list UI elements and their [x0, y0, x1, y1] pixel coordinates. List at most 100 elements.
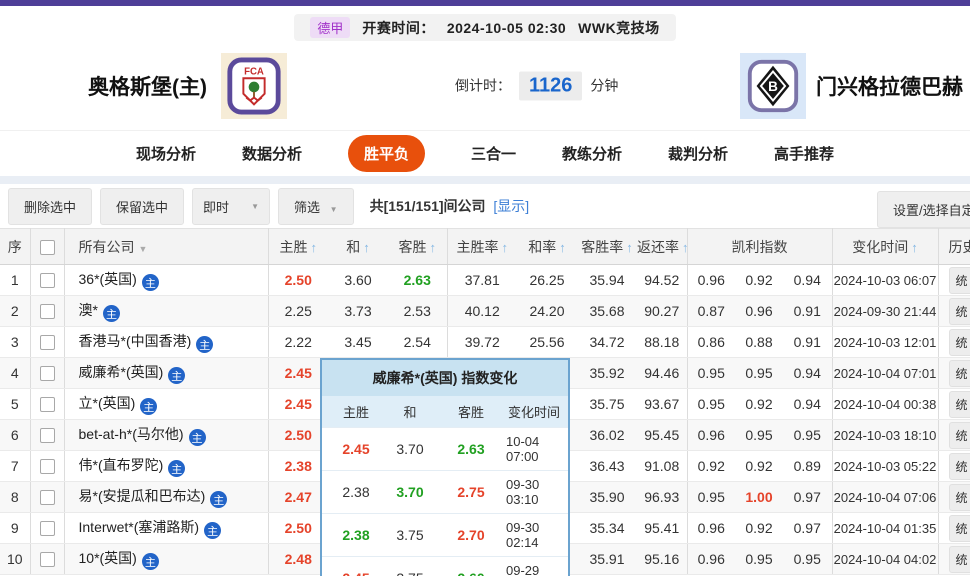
header-home-odds[interactable]: 主胜↑: [268, 229, 328, 265]
row-checkbox-cell: [30, 389, 64, 420]
change-time: 2024-10-03 18:10: [832, 420, 938, 451]
stats-button[interactable]: 统: [949, 329, 970, 356]
history-cell: 统: [938, 265, 970, 296]
popup-history-row: 2.45 3.70 2.63 10-04 07:00: [322, 427, 568, 470]
row-checkbox-cell: [30, 544, 64, 575]
row-checkbox[interactable]: [40, 273, 55, 288]
home-odds[interactable]: 2.50: [268, 265, 328, 296]
change-time: 2024-10-04 04:02: [832, 544, 938, 575]
company-name[interactable]: Interwet*(塞浦路斯): [79, 519, 200, 535]
odds-mode-dropdown[interactable]: 即时 ▼: [192, 188, 270, 225]
away-odds[interactable]: 2.63: [388, 265, 447, 296]
home-odds[interactable]: 2.45: [268, 389, 328, 420]
header-return-rate[interactable]: 返还率↑: [637, 229, 687, 265]
header-draw-odds[interactable]: 和↑: [328, 229, 388, 265]
kelly-home: 0.96: [687, 265, 735, 296]
company-name[interactable]: bet-at-h*(马尔他): [79, 426, 184, 442]
company-name[interactable]: 威廉希*(英国): [79, 364, 164, 380]
stats-button[interactable]: 统: [949, 298, 970, 325]
countdown-unit: 分钟: [590, 76, 618, 96]
tab-referee-analysis[interactable]: 裁判分析: [668, 143, 728, 164]
stats-button[interactable]: 统: [949, 546, 970, 573]
home-odds[interactable]: 2.48: [268, 544, 328, 575]
company-name[interactable]: 10*(英国): [79, 550, 137, 566]
header-company[interactable]: 所有公司▼: [64, 229, 268, 265]
keep-selected-button[interactable]: 保留选中: [100, 188, 184, 225]
company-name[interactable]: 36*(英国): [79, 271, 137, 287]
company-name[interactable]: 伟*(直布罗陀): [79, 457, 164, 473]
kelly-home: 0.95: [687, 482, 735, 513]
away-odds[interactable]: 2.53: [388, 296, 447, 327]
show-link[interactable]: [显示]: [493, 198, 529, 214]
row-index: 5: [0, 389, 30, 420]
home-odds[interactable]: 2.25: [268, 296, 328, 327]
row-checkbox[interactable]: [40, 397, 55, 412]
stats-button[interactable]: 统: [949, 453, 970, 480]
tab-expert-recommend[interactable]: 高手推荐: [774, 143, 834, 164]
delete-selected-button[interactable]: 删除选中: [8, 188, 92, 225]
header-change-time[interactable]: 变化时间↑: [832, 229, 938, 265]
header-home-rate[interactable]: 主胜率↑: [447, 229, 517, 265]
home-odds[interactable]: 2.50: [268, 420, 328, 451]
stats-button[interactable]: 统: [949, 484, 970, 511]
row-checkbox[interactable]: [40, 459, 55, 474]
home-win-rate: 37.81: [447, 265, 517, 296]
section-divider: [0, 176, 970, 184]
header-draw-rate[interactable]: 和率↑: [517, 229, 577, 265]
draw-odds[interactable]: 3.60: [328, 265, 388, 296]
row-checkbox-cell: [30, 482, 64, 513]
stats-button[interactable]: 统: [949, 267, 970, 294]
home-win-rate: 39.72: [447, 327, 517, 358]
row-checkbox[interactable]: [40, 335, 55, 350]
row-checkbox[interactable]: [40, 304, 55, 319]
company-cell: bet-at-h*(马尔他)主: [64, 420, 268, 451]
row-checkbox[interactable]: [40, 521, 55, 536]
return-rate: 96.93: [637, 482, 687, 513]
row-checkbox[interactable]: [40, 366, 55, 381]
row-checkbox[interactable]: [40, 428, 55, 443]
stats-button[interactable]: 统: [949, 360, 970, 387]
company-name[interactable]: 易*(安提瓜和巴布达): [79, 488, 206, 504]
sort-asc-icon: ↑: [626, 240, 633, 255]
home-odds[interactable]: 2.38: [268, 451, 328, 482]
popup-rows: 2.45 3.70 2.63 10-04 07:00 2.38 3.70 2.7…: [322, 427, 568, 576]
moenchengladbach-crest-icon: B: [744, 57, 802, 115]
filter-caret-icon: ▼: [139, 244, 148, 254]
row-index: 2: [0, 296, 30, 327]
chevron-down-icon: ▼: [251, 202, 259, 211]
kelly-draw: 0.95: [735, 420, 783, 451]
tab-live-analysis[interactable]: 现场分析: [136, 143, 196, 164]
popup-home-odds: 2.38: [330, 484, 382, 500]
venue-name: WWK竞技场: [578, 18, 660, 38]
home-odds[interactable]: 2.22: [268, 327, 328, 358]
company-name[interactable]: 立*(英国): [79, 395, 136, 411]
kelly-home: 0.96: [687, 513, 735, 544]
away-odds[interactable]: 2.54: [388, 327, 447, 358]
home-odds[interactable]: 2.47: [268, 482, 328, 513]
stats-button[interactable]: 统: [949, 391, 970, 418]
header-away-rate[interactable]: 客胜率↑: [577, 229, 637, 265]
company-name[interactable]: 澳*: [79, 302, 98, 318]
tab-win-draw-lose[interactable]: 胜平负: [348, 135, 425, 172]
row-checkbox[interactable]: [40, 490, 55, 505]
select-all-checkbox[interactable]: [40, 240, 55, 255]
tab-data-analysis[interactable]: 数据分析: [242, 143, 302, 164]
draw-odds[interactable]: 3.45: [328, 327, 388, 358]
company-name[interactable]: 香港马*(中国香港): [79, 333, 192, 349]
company-count: 共[151/151]间公司 [显示]: [370, 196, 530, 216]
header-away-odds[interactable]: 客胜↑: [388, 229, 447, 265]
tab-three-in-one[interactable]: 三合一: [471, 143, 516, 164]
filter-dropdown[interactable]: 筛选 ▼: [278, 188, 354, 225]
draw-odds[interactable]: 3.73: [328, 296, 388, 327]
popup-away-odds: 2.60: [438, 570, 504, 576]
draw-rate: 25.56: [517, 327, 577, 358]
home-odds[interactable]: 2.45: [268, 358, 328, 389]
kelly-home: 0.86: [687, 327, 735, 358]
home-odds[interactable]: 2.50: [268, 513, 328, 544]
settings-select-button[interactable]: 设置/选择自定义: [877, 191, 970, 228]
stats-button[interactable]: 统: [949, 422, 970, 449]
countdown-label: 倒计时：: [455, 76, 511, 96]
row-checkbox[interactable]: [40, 552, 55, 567]
stats-button[interactable]: 统: [949, 515, 970, 542]
tab-coach-analysis[interactable]: 教练分析: [562, 143, 622, 164]
